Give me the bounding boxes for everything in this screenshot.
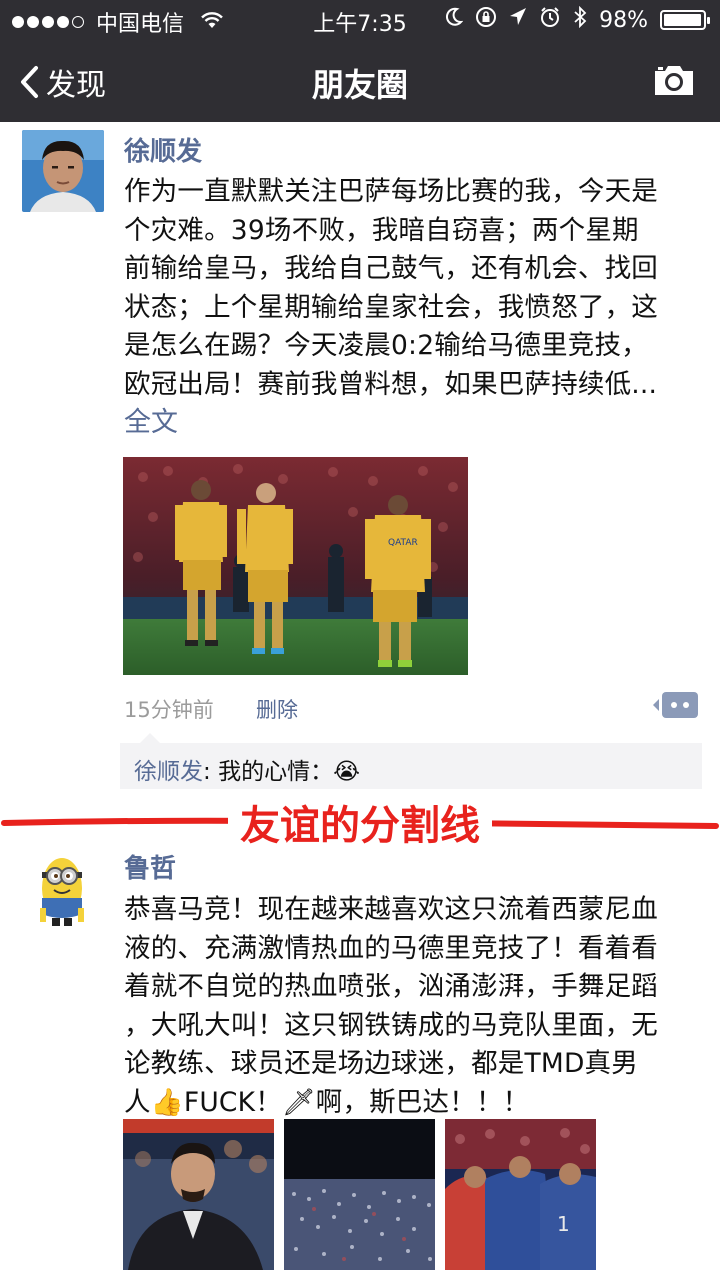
comment-separator: : — [203, 759, 219, 785]
top-bar: 中国电信 上午7:35 98% 发现 朋友圈 — [0, 0, 720, 122]
rotation-lock-icon — [475, 6, 497, 34]
camera-icon — [655, 66, 693, 95]
post-text-line: 个灾难。39场不败，我暗自窃喜；两个星期 — [124, 214, 639, 246]
battery-icon — [660, 10, 710, 30]
svg-text:QATAR: QATAR — [388, 538, 418, 548]
post-photo[interactable]: QATAR — [123, 457, 468, 675]
post-photo[interactable]: 1 — [445, 1119, 596, 1270]
post-text-line: 论教练、球员还是场边球迷，都是TMD真男 — [124, 1048, 638, 1080]
avatar[interactable] — [22, 848, 104, 930]
crying-emoji-icon: 😭 — [333, 759, 360, 785]
battery-percent: 98% — [599, 7, 648, 33]
post-author[interactable]: 徐顺发 — [124, 131, 202, 168]
status-right: 98% — [445, 5, 710, 34]
divider-label: 友谊的分割线 — [0, 793, 720, 851]
delete-button[interactable]: 删除 — [256, 694, 298, 724]
divider-label-text: 友谊的分割线 — [228, 803, 492, 849]
bluetooth-icon — [573, 5, 587, 34]
post-timestamp: 15分钟前 — [124, 698, 214, 722]
comment-item[interactable]: 徐顺发: 我的心情：😭 — [120, 733, 702, 789]
comment-author[interactable]: 徐顺发 — [134, 759, 203, 785]
post-photo[interactable] — [284, 1119, 435, 1270]
avatar[interactable] — [22, 130, 104, 212]
comment-text: 我的心情： — [218, 759, 334, 785]
post-text-line: 人👍FUCK！🗡啊，斯巴达！！！ — [124, 1086, 530, 1118]
svg-text:1: 1 — [557, 1212, 570, 1236]
post-text: 恭喜马竞！现在越来越喜欢这只流着西蒙尼血 液的、充满激情热血的马德里竞技了！看着… — [124, 891, 704, 1123]
comment-more-button[interactable] — [653, 692, 698, 718]
post-text-line: 是怎么在踢？今天凌晨0:2输给马德里竞技， — [124, 330, 648, 362]
moon-icon — [445, 7, 464, 33]
post-text-line: ，大吼大叫！这只钢铁铸成的马竞队里面，无 — [124, 1009, 658, 1041]
dots-icon — [683, 702, 689, 708]
status-bar: 中国电信 上午7:35 98% — [0, 0, 720, 40]
post-text-line: 作为一直默默关注巴萨每场比赛的我，今天是 — [124, 176, 658, 207]
post-text-line: 恭喜马竞！现在越来越喜欢这只流着西蒙尼血 — [124, 894, 658, 925]
battery-level — [664, 14, 702, 26]
alarm-icon — [539, 6, 561, 34]
page-title: 朋友圈 — [311, 66, 408, 104]
post-text-line: 前输给皇马，我给自己鼓气，还有机会、找回 — [124, 253, 658, 285]
post-text-line: 着就不自觉的热血喷张，汹涌澎湃，手舞足蹈 — [124, 971, 658, 1003]
full-text-link[interactable]: 全文 — [124, 400, 178, 439]
location-arrow-icon — [509, 7, 527, 33]
post-author[interactable]: 鲁哲 — [124, 848, 176, 885]
post-photo[interactable] — [123, 1119, 274, 1270]
navigation-bar: 发现 朋友圈 — [0, 40, 720, 122]
post-text-line: 液的、充满激情热血的马德里竞技了！看着看 — [124, 932, 658, 964]
post-text: 作为一直默默关注巴萨每场比赛的我，今天是 个灾难。39场不败，我暗自窃喜；两个星… — [124, 173, 704, 405]
post-text-line: 欧冠出局！赛前我曾料想，如果巴萨持续低... — [124, 368, 658, 400]
dots-icon — [671, 702, 677, 708]
camera-button[interactable] — [652, 62, 696, 102]
post-text-line: 状态；上个星期输给皇家社会，我愤怒了，这 — [124, 291, 658, 323]
